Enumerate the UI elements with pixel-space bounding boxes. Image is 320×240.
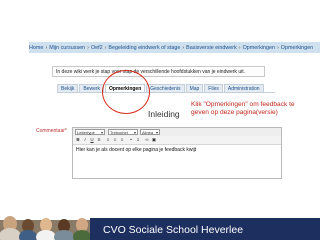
intro-text: In deze wiki werk je stap voor stap de v…: [56, 69, 245, 75]
italic-icon[interactable]: I: [82, 137, 88, 143]
tab-divider: [57, 92, 275, 93]
link-icon[interactable]: ∞: [144, 137, 150, 143]
align-left-icon[interactable]: ≡: [105, 137, 111, 143]
image-icon[interactable]: ▣: [151, 137, 157, 143]
breadcrumb-item[interactable]: Opmerkingen: [281, 45, 313, 51]
page-heading: Inleiding: [148, 109, 180, 119]
breadcrumb-separator: ›: [87, 44, 89, 51]
breadcrumb-item[interactable]: Opmerkingen: [243, 45, 275, 51]
breadcrumb: ›Home›Mijn cursussen›Oef2›Begeleiding ei…: [29, 42, 320, 53]
font-name-select[interactable]: Trebuchet ▾: [108, 129, 138, 135]
intro-box: In deze wiki werk je stap voor stap de v…: [52, 66, 265, 77]
align-right-icon[interactable]: ≡: [119, 137, 125, 143]
breadcrumb-separator: ›: [104, 44, 107, 51]
breadcrumb-separator: ›: [238, 44, 241, 51]
comment-label: Commentaar*: [36, 128, 67, 134]
breadcrumb-item[interactable]: Oef2: [91, 45, 103, 51]
highlight-circle: [102, 70, 150, 114]
size-select[interactable]: Alinea ▾: [140, 129, 160, 135]
font-select-value: Lettertype: [77, 130, 95, 135]
align-center-icon[interactable]: ≡: [112, 137, 118, 143]
size-value: Alinea: [142, 130, 154, 135]
footer-title: CVO Sociale School Heverlee: [103, 224, 244, 236]
chevron-down-icon: ▾: [100, 130, 103, 135]
bold-icon[interactable]: B: [75, 137, 81, 143]
breadcrumb-separator: ›: [276, 44, 279, 51]
font-select[interactable]: Lettertype ▾: [75, 129, 105, 135]
chevron-down-icon: ▾: [133, 130, 136, 135]
breadcrumb-item[interactable]: Basisversie eindwerk: [186, 45, 237, 51]
breadcrumb-item[interactable]: Home: [29, 45, 43, 51]
editor-text: Hier kan je als docent op elke pagina je…: [76, 147, 197, 153]
students-photo: [0, 212, 90, 240]
annotation-text: Klik "Opmerkingen" om feedback te geven …: [191, 101, 295, 116]
breadcrumb-separator: ›: [45, 44, 48, 51]
underline-icon[interactable]: U: [89, 137, 95, 143]
breadcrumb-item[interactable]: Begeleiding eindwerk of stage: [108, 45, 180, 51]
bullet-list-icon[interactable]: •: [128, 137, 134, 143]
numbered-list-icon[interactable]: 1: [135, 137, 141, 143]
breadcrumb-item[interactable]: Mijn cursussen: [49, 45, 85, 51]
strikethrough-icon[interactable]: S: [96, 137, 102, 143]
chevron-down-icon: ▾: [155, 130, 158, 135]
breadcrumb-separator: ›: [182, 44, 185, 51]
font-name-value: Trebuchet: [110, 130, 128, 135]
